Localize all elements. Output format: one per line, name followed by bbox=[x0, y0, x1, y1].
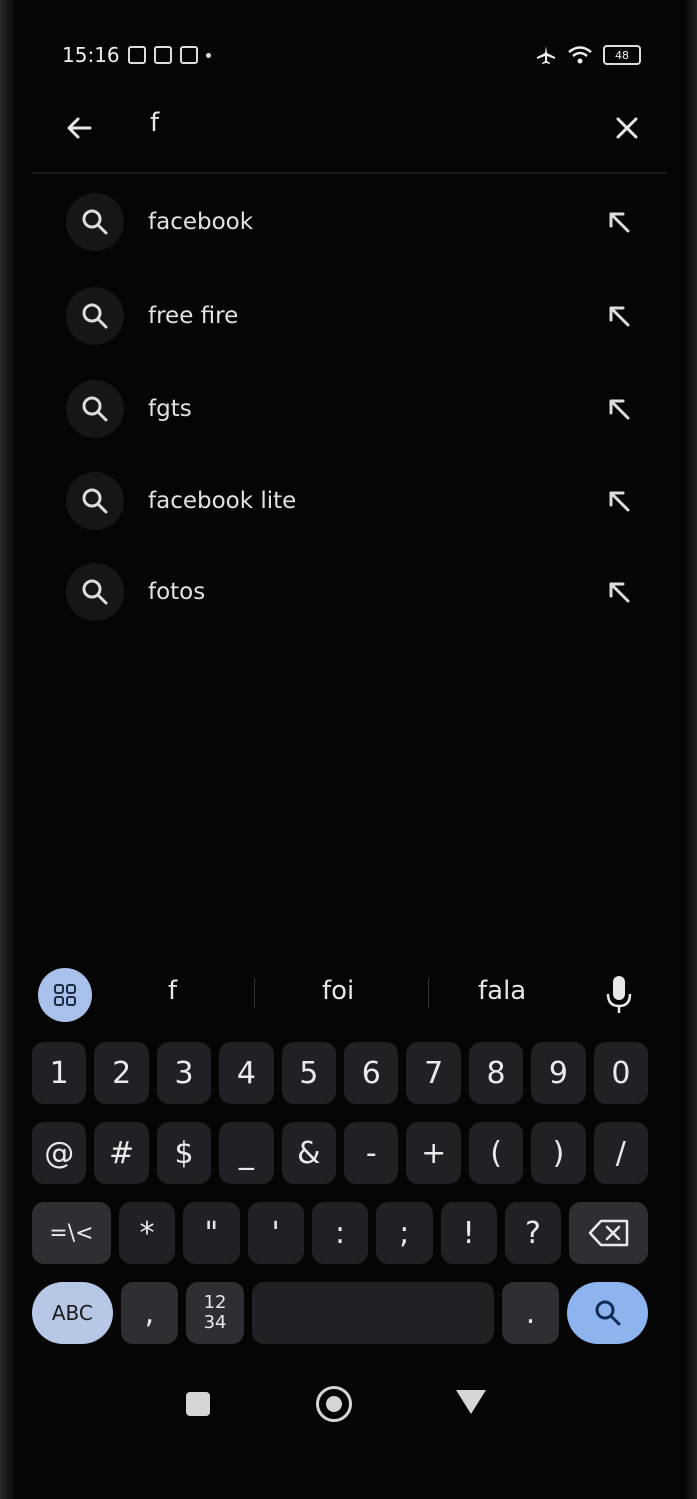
fill-arrow-icon[interactable] bbox=[602, 575, 636, 609]
suggestion-item[interactable]: free fire bbox=[66, 281, 646, 351]
keyboard-suggestion-strip: f foi fala bbox=[30, 960, 657, 1022]
key-4[interactable]: 4 bbox=[219, 1042, 274, 1104]
search-icon bbox=[66, 287, 124, 345]
search-bar: f bbox=[40, 90, 657, 160]
key-numpad[interactable]: 12 34 bbox=[186, 1282, 244, 1344]
numpad-bottom: 34 bbox=[203, 1312, 227, 1333]
suggestion-label: facebook lite bbox=[148, 488, 297, 514]
key-comma[interactable]: , bbox=[120, 1282, 179, 1344]
key-more-symbols[interactable]: =\< bbox=[32, 1202, 111, 1264]
back-arrow-icon[interactable] bbox=[60, 108, 100, 148]
key-8[interactable]: 8 bbox=[468, 1042, 524, 1104]
key-abc[interactable]: ABC bbox=[32, 1282, 113, 1344]
airplane-icon bbox=[537, 46, 555, 64]
fill-arrow-icon[interactable] bbox=[602, 484, 636, 518]
keyboard: 1 2 3 4 5 6 7 8 9 0 @ # $ _ & - + ( ) / … bbox=[20, 1030, 660, 1350]
key-space[interactable] bbox=[251, 1282, 494, 1344]
strip-suggestion[interactable]: f bbox=[168, 976, 177, 1006]
key-6[interactable]: 6 bbox=[344, 1042, 399, 1104]
key-3[interactable]: 3 bbox=[156, 1042, 212, 1104]
numpad-top: 12 bbox=[203, 1292, 227, 1313]
suggestion-item[interactable]: facebook lite bbox=[66, 466, 646, 536]
suggestion-label: fgts bbox=[148, 396, 192, 422]
key-period[interactable]: . bbox=[501, 1282, 560, 1344]
key-semicolon[interactable]: ; bbox=[376, 1202, 433, 1264]
key-asterisk[interactable]: * bbox=[118, 1202, 176, 1264]
home-icon[interactable] bbox=[316, 1386, 352, 1422]
search-divider bbox=[32, 172, 667, 174]
back-triangle-icon[interactable] bbox=[456, 1390, 486, 1414]
backspace-icon[interactable] bbox=[569, 1202, 649, 1264]
key-plus[interactable]: + bbox=[406, 1122, 461, 1184]
key-hash[interactable]: # bbox=[94, 1122, 149, 1184]
phone-frame-right bbox=[685, 0, 697, 1499]
key-5[interactable]: 5 bbox=[281, 1042, 337, 1104]
key-slash[interactable]: / bbox=[593, 1122, 649, 1184]
search-icon bbox=[66, 380, 124, 438]
suggestion-item[interactable]: fotos bbox=[66, 557, 646, 627]
suggestion-item[interactable]: fgts bbox=[66, 374, 646, 444]
key-2[interactable]: 2 bbox=[94, 1042, 149, 1104]
phone-frame-left bbox=[0, 0, 14, 1499]
strip-divider bbox=[428, 978, 429, 1008]
key-single-quote[interactable]: ' bbox=[247, 1202, 304, 1264]
key-7[interactable]: 7 bbox=[406, 1042, 461, 1104]
more-notifications-icon bbox=[205, 52, 211, 58]
search-icon bbox=[595, 1300, 621, 1326]
search-icon bbox=[66, 563, 124, 621]
search-key[interactable] bbox=[567, 1282, 648, 1344]
battery-level: 48 bbox=[615, 48, 629, 62]
phone-screen: 15:16 48 f facebook free fire fgts faceb… bbox=[0, 0, 697, 1499]
upload-icon bbox=[179, 46, 198, 64]
navigation-bar bbox=[0, 1380, 697, 1430]
fill-arrow-icon[interactable] bbox=[602, 299, 636, 333]
key-minus[interactable]: - bbox=[344, 1122, 399, 1184]
keyboard-row-symbols: @ # $ _ & - + ( ) / bbox=[20, 1122, 660, 1184]
status-bar: 15:16 48 bbox=[62, 38, 641, 72]
key-1[interactable]: 1 bbox=[32, 1042, 87, 1104]
grid-icon[interactable] bbox=[38, 968, 92, 1022]
strip-divider bbox=[254, 978, 255, 1008]
key-colon[interactable]: : bbox=[311, 1202, 369, 1264]
status-time: 15:16 bbox=[62, 43, 120, 67]
close-icon[interactable] bbox=[607, 108, 647, 148]
key-question[interactable]: ? bbox=[504, 1202, 562, 1264]
suggestion-item[interactable]: facebook bbox=[66, 187, 646, 257]
suggestion-label: facebook bbox=[148, 209, 254, 235]
search-icon bbox=[66, 193, 124, 251]
notification-icon bbox=[153, 46, 172, 64]
keyboard-row-punctuation: =\< * " ' : ; ! ? bbox=[20, 1202, 660, 1264]
fill-arrow-icon[interactable] bbox=[602, 205, 636, 239]
key-9[interactable]: 9 bbox=[531, 1042, 586, 1104]
wifi-icon bbox=[568, 46, 592, 64]
key-ampersand[interactable]: & bbox=[281, 1122, 337, 1184]
key-0[interactable]: 0 bbox=[593, 1042, 649, 1104]
suggestion-label: free fire bbox=[148, 303, 239, 329]
key-underscore[interactable]: _ bbox=[219, 1122, 274, 1184]
key-exclamation[interactable]: ! bbox=[440, 1202, 497, 1264]
key-dollar[interactable]: $ bbox=[156, 1122, 212, 1184]
key-open-paren[interactable]: ( bbox=[468, 1122, 524, 1184]
keyboard-row-bottom: ABC , 12 34 . bbox=[20, 1282, 660, 1344]
fill-arrow-icon[interactable] bbox=[602, 392, 636, 426]
key-at[interactable]: @ bbox=[32, 1122, 87, 1184]
recent-apps-icon[interactable] bbox=[186, 1392, 210, 1416]
keyboard-row-numbers: 1 2 3 4 5 6 7 8 9 0 bbox=[20, 1042, 660, 1104]
suggestion-label: fotos bbox=[148, 579, 206, 605]
strip-suggestion[interactable]: foi bbox=[322, 976, 354, 1006]
settings-icon bbox=[127, 46, 146, 64]
battery-icon: 48 bbox=[603, 45, 641, 65]
search-icon bbox=[66, 472, 124, 530]
key-double-quote[interactable]: " bbox=[183, 1202, 240, 1264]
key-close-paren[interactable]: ) bbox=[531, 1122, 586, 1184]
search-input[interactable]: f bbox=[150, 108, 159, 138]
strip-suggestion[interactable]: fala bbox=[478, 976, 526, 1006]
mic-icon[interactable] bbox=[599, 970, 639, 1018]
